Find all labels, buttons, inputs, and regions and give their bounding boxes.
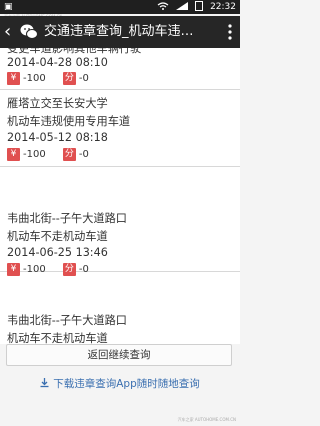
violation-time: 2014-06-25 13:46 (7, 246, 108, 259)
points-value: -0 (78, 73, 89, 84)
back-continue-button[interactable]: 返回继续查询 (6, 344, 232, 366)
violation-desc: 机动车不走机动车道 (7, 230, 108, 243)
list-item: 变更车道影响其他车辆行驶 2014-04-28 08:10 ¥ -100 分 -0 (0, 48, 240, 90)
title-bar: ‹ 交通违章查询_机动车违章... (0, 16, 240, 48)
status-right: 22:32 (157, 0, 236, 14)
violation-desc: 机动车不走机动车道 (7, 332, 108, 344)
brand-watermark: 汽车之家 AUTOHOME.COM.CN (177, 417, 236, 422)
penalty-row: ¥ -100 分 -0 (7, 148, 103, 161)
list-item: 雁塔立交至长安大学 机动车违规使用专用车道 2014-05-12 08:18 ¥… (0, 90, 240, 167)
violation-place: 韦曲北街--子午大道路口 (7, 212, 127, 225)
list-item: 韦曲北街--子午大道路口 机动车不走机动车道 (0, 261, 240, 344)
violation-desc: 机动车违规使用专用车道 (7, 115, 131, 128)
penalty-row: ¥ -100 分 -0 (7, 72, 103, 85)
points-value: -0 (78, 149, 89, 160)
violation-place: 韦曲北街--子午大道路口 (7, 314, 127, 327)
wifi-icon (158, 2, 169, 10)
status-time: 22:32 (210, 2, 236, 12)
more-menu-icon[interactable] (228, 23, 232, 41)
signal-icon (176, 2, 189, 10)
notification-icon: ▣ (4, 2, 13, 12)
fine-badge: ¥ (7, 148, 20, 161)
fine-badge: ¥ (7, 72, 20, 85)
points-badge: 分 (62, 148, 76, 161)
download-app-link[interactable]: 下载违章查询App随时随地查询 (0, 376, 240, 391)
points-badge: 分 (62, 72, 76, 85)
download-label: 下载违章查询App随时随地查询 (53, 378, 200, 390)
fine-amount: -100 (23, 149, 46, 160)
wechat-icon (20, 24, 38, 39)
status-bar: ▣ 22:32 (0, 0, 240, 14)
back-arrow-icon[interactable]: ‹ (4, 21, 18, 43)
footer: 返回继续查询 下载违章查询App随时随地查询 汽车之家 AUTOHOME.COM… (0, 344, 240, 426)
battery-icon (195, 1, 204, 11)
violation-place: 雁塔立交至长安大学 (7, 97, 108, 110)
page-title: 交通违章查询_机动车违章... (44, 24, 204, 39)
fine-amount: -100 (23, 73, 46, 84)
violation-time: 2014-04-28 08:10 (7, 56, 108, 69)
download-icon (40, 378, 49, 388)
violation-desc: 变更车道影响其他车辆行驶 (7, 48, 142, 55)
records-list[interactable]: 变更车道影响其他车辆行驶 2014-04-28 08:10 ¥ -100 分 -0 … (0, 48, 240, 344)
violation-time: 2014-05-12 08:18 (7, 131, 108, 144)
